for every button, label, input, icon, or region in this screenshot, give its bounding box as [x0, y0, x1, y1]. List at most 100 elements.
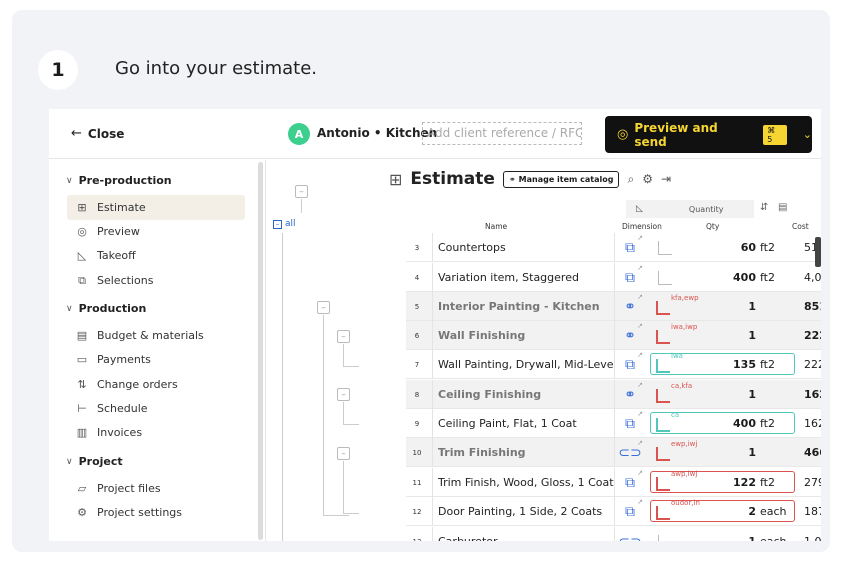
expand-corner-icon: ↗	[637, 439, 643, 447]
sidebar-section-production[interactable]: ∨ Production	[66, 302, 146, 315]
item-type-icon[interactable]: ⧉ ↗	[614, 350, 645, 379]
item-type-icon[interactable]: ⧉ ↗	[614, 263, 645, 292]
sidebar-item-project-files[interactable]: ▱ Project files	[67, 476, 245, 501]
sidebar-item-schedule[interactable]: ⊢ Schedule	[67, 396, 245, 421]
toggle-icon[interactable]: ⊂⊃ ↗	[614, 438, 645, 467]
table-row-group[interactable]: 8 Ceiling Finishing ⚭↗ ca,kfa 1 162.	[406, 380, 821, 409]
tree-root-all[interactable]: – all	[273, 219, 296, 229]
search-icon[interactable]: ⌕	[627, 172, 634, 187]
dimension-tag[interactable]: iwa	[656, 352, 683, 373]
row-cost: 1,000.	[804, 527, 821, 541]
close-label: Close	[87, 126, 125, 141]
dimension-tag[interactable]: ca,kfa	[656, 382, 692, 403]
sidebar-item-selections[interactable]: ⧉ Selections	[67, 268, 245, 293]
gear-icon[interactable]: ⚙	[642, 172, 653, 186]
sidebar-section-pre-production[interactable]: ∨ Pre-production	[66, 174, 172, 187]
row-qty[interactable]: 1	[696, 380, 756, 409]
dimension-tag[interactable]: ca	[656, 411, 679, 432]
row-qty[interactable]: 400	[696, 263, 756, 292]
table-row[interactable]: 9 Ceiling Paint, Flat, 1 Coat ⧉ ↗ ca 400 …	[406, 409, 821, 438]
item-type-icon[interactable]: ⧉ ↗	[614, 497, 645, 526]
dimension-tag[interactable]: awp,iwj	[656, 470, 697, 491]
collapse-toggle[interactable]: –	[337, 388, 350, 401]
group-icon[interactable]: ⚭ ↗	[614, 321, 645, 350]
client-reference-input[interactable]: Add client reference / RFQ#	[422, 122, 582, 145]
export-icon[interactable]: ⇥	[661, 172, 671, 186]
tree-root-label: all	[285, 219, 296, 229]
sidebar-item-change-orders[interactable]: ⇅ Change orders	[67, 372, 245, 397]
table-row[interactable]: 3 Countertops ⧉↗ 60 ft2 510	[406, 233, 821, 262]
dimension-icon[interactable]	[658, 535, 672, 541]
chevron-down-icon[interactable]: ⌄	[803, 128, 812, 141]
item-type-icon[interactable]: ⧉ ↗	[614, 468, 645, 497]
row-qty[interactable]: 2	[696, 497, 756, 526]
sidebar-item-estimate[interactable]: ⊞ Estimate	[67, 195, 245, 220]
sidebar-item-budget-materials[interactable]: ▤ Budget & materials	[67, 323, 245, 348]
row-qty[interactable]: 122	[696, 468, 756, 497]
sidebar-item-takeoff[interactable]: ◺ Takeoff	[67, 243, 245, 268]
group-icon[interactable]: ⚭ ↗	[614, 292, 645, 321]
row-name[interactable]: Countertops	[432, 233, 614, 262]
table-row[interactable]: 11 Trim Finish, Wood, Gloss, 1 Coat ⧉ ↗ a…	[406, 468, 821, 497]
row-name[interactable]: Wall Finishing	[432, 321, 614, 350]
dimension-tag[interactable]: iwa,iwp	[656, 323, 697, 344]
table-row[interactable]: 7 Wall Painting, Drywall, Mid-Level, 8ft…	[406, 350, 821, 379]
row-name[interactable]: Variation item, Staggered	[432, 263, 614, 292]
dimension-icon[interactable]	[658, 271, 672, 285]
table-row[interactable]: 12 Door Painting, 1 Side, 2 Coats ⧉ ↗ oud…	[406, 497, 821, 526]
manage-item-catalog-button[interactable]: ⚭ Manage item catalog	[502, 170, 620, 188]
column-settings-icon[interactable]: ⇵	[760, 202, 768, 213]
sidebar-item-preview[interactable]: ◎ Preview	[67, 219, 245, 244]
row-qty[interactable]: 1	[696, 438, 756, 467]
row-name[interactable]: Door Painting, 1 Side, 2 Coats	[432, 497, 614, 526]
row-qty[interactable]: 135	[696, 350, 756, 379]
column-header-cost[interactable]: Cost	[792, 222, 809, 231]
table-row[interactable]: 13 Carburetor ⊂⊃ 1 each 1,000.	[406, 527, 821, 541]
row-qty[interactable]: 1	[696, 527, 756, 541]
row-qty[interactable]: 1	[696, 292, 756, 321]
preview-and-send-button[interactable]: ◎ Preview and send ⌘ 5 ⌄	[605, 116, 812, 153]
column-header-name[interactable]: Name	[485, 222, 507, 231]
dimension-tag[interactable]: ewp,iwj	[656, 440, 697, 461]
table-row[interactable]: 4 Variation item, Staggered ⧉ ↗ 400 ft2 4…	[406, 263, 821, 292]
column-header-qty[interactable]: Qty	[706, 222, 719, 231]
collapse-toggle[interactable]: –	[337, 447, 350, 460]
group-icon[interactable]: ⚭ ↗	[614, 380, 645, 409]
item-type-icon[interactable]: ⧉ ↗	[614, 233, 645, 262]
row-name[interactable]: Ceiling Paint, Flat, 1 Coat	[432, 409, 614, 438]
sidebar-item-invoices[interactable]: ▥ Invoices	[67, 420, 245, 445]
avatar[interactable]: A	[288, 123, 310, 145]
collapse-toggle[interactable]: –	[295, 185, 308, 198]
row-name[interactable]: Wall Painting, Drywall, Mid-Level, 8ft, …	[432, 350, 614, 379]
table-row-group[interactable]: 5 Interior Painting - Kitchen ⚭ ↗ kfa,ewp…	[406, 292, 821, 321]
dimension-tag[interactable]: oudor,in	[656, 499, 700, 520]
row-qty[interactable]: 1	[696, 321, 756, 350]
row-qty[interactable]: 400	[696, 409, 756, 438]
column-header-dimension[interactable]: Dimension	[622, 222, 662, 231]
project-title[interactable]: Antonio • Kitchen	[317, 126, 437, 140]
row-name[interactable]: Ceiling Finishing	[432, 380, 614, 409]
sidebar-item-label: Payments	[97, 353, 151, 366]
table-row-group[interactable]: 6 Wall Finishing ⚭↗ iwa,iwp 1 222.	[406, 321, 821, 350]
sidebar-item-project-settings[interactable]: ⚙ Project settings	[67, 500, 245, 525]
calculator-icon[interactable]: ▤	[778, 202, 787, 213]
dimension-icon[interactable]	[658, 241, 672, 255]
row-name[interactable]: Carburetor	[432, 527, 614, 541]
table-scrollbar[interactable]	[815, 237, 821, 267]
row-qty[interactable]: 60	[696, 233, 756, 262]
toggle-icon[interactable]: ⊂⊃	[614, 527, 645, 541]
quantity-group-label: Quantity	[688, 204, 724, 214]
collapse-toggle[interactable]: –	[337, 330, 350, 343]
sidebar-item-payments[interactable]: ▭ Payments	[67, 347, 245, 372]
sidebar-section-project[interactable]: ∨ Project	[66, 455, 123, 468]
dimension-tag[interactable]: kfa,ewp	[656, 294, 699, 315]
expand-corner-icon: ↗	[637, 264, 643, 272]
row-name[interactable]: Interior Painting - Kitchen	[432, 292, 614, 321]
row-name[interactable]: Trim Finish, Wood, Gloss, 1 Coat	[432, 468, 614, 497]
collapse-toggle[interactable]: –	[317, 301, 330, 314]
item-type-icon[interactable]: ⧉ ↗	[614, 409, 645, 438]
row-name[interactable]: Trim Finishing	[432, 438, 614, 467]
table-row-group[interactable]: 10 Trim Finishing ⊂⊃↗ ewp,iwj 1 466.	[406, 438, 821, 467]
close-button[interactable]: ← Close	[71, 126, 124, 141]
sidebar-scrollbar[interactable]	[258, 162, 263, 540]
